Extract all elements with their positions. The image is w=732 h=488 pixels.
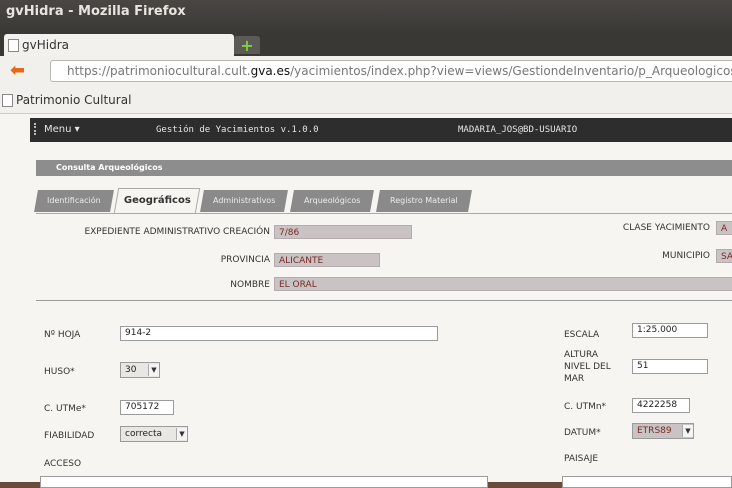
window-title: gvHidra - Mozilla Firefox: [6, 4, 186, 19]
url-path: /yacimientos/index.php?view=views/Gestio…: [290, 64, 732, 78]
back-arrow-icon[interactable]: ⬅: [10, 62, 36, 80]
utme-label: C. UTMe*: [44, 404, 86, 414]
section-separator: [36, 300, 732, 301]
paisaje-textarea[interactable]: [562, 476, 732, 488]
huso-select[interactable]: 30 ▼: [120, 362, 160, 378]
altura-input[interactable]: 51: [632, 359, 708, 374]
acceso-label: ACCESO: [44, 459, 82, 469]
tab-divider: [36, 213, 732, 214]
provincia-label: PROVINCIA: [220, 255, 270, 265]
tab-identificacion[interactable]: Identificación: [34, 190, 114, 212]
provincia-value: ALICANTE: [274, 253, 380, 267]
chevron-down-icon: ▼: [682, 425, 693, 437]
nombre-value: EL ORAL: [274, 277, 732, 291]
chevron-down-icon: ▼: [176, 428, 187, 440]
municipio-value: SA: [716, 249, 732, 263]
url-prefix: https://patrimoniocultural.cult.: [67, 64, 251, 78]
tab-registro-material[interactable]: Registro Material: [376, 190, 472, 212]
new-tab-button[interactable]: +: [234, 35, 260, 55]
huso-value: 30: [125, 365, 137, 375]
escala-label: ESCALA: [564, 330, 600, 340]
panel-title: Consulta Arqueológicos: [36, 160, 732, 176]
chevron-down-icon: ▼: [148, 364, 159, 376]
altura-label-2: NIVEL DEL: [564, 362, 611, 372]
acceso-textarea[interactable]: [40, 476, 488, 488]
escala-input[interactable]: 1:25.000: [632, 323, 708, 338]
clase-yacimiento-value: A: [716, 221, 732, 235]
navigation-bar: ⬅ https://patrimoniocultural.cult. gva.es…: [0, 56, 732, 87]
page-content: Menu ▾ Gestión de Yacimientos v.1.0.0 MA…: [0, 114, 732, 488]
browser-tab-gvhidra[interactable]: gvHidra: [4, 34, 234, 56]
utme-input[interactable]: 705172: [120, 400, 174, 415]
hoja-label: Nº HOJA: [44, 330, 81, 340]
fiabilidad-label: FIABILIDAD: [44, 431, 95, 441]
menu-button[interactable]: Menu ▾: [44, 124, 80, 135]
fiabilidad-value: correcta: [125, 429, 163, 439]
browser-tab-strip: gvHidra +: [0, 34, 732, 56]
altura-label-1: ALTURA: [564, 350, 599, 360]
url-domain: gva.es: [250, 64, 291, 78]
page-icon: [8, 39, 19, 52]
nombre-label: NOMBRE: [230, 280, 270, 290]
datum-select[interactable]: ETRS89 ▼: [632, 423, 694, 439]
utmn-input[interactable]: 4222258: [632, 398, 690, 413]
expediente-label: EXPEDIENTE ADMINISTRATIVO CREACIÓN: [84, 227, 270, 237]
altura-label-3: MAR: [564, 374, 585, 384]
window-titlebar: gvHidra - Mozilla Firefox: [0, 0, 732, 34]
url-bar[interactable]: https://patrimoniocultural.cult. gva.es/y…: [50, 60, 732, 82]
app-version: Gestión de Yacimientos v.1.0.0: [156, 125, 319, 135]
app-logo-icon: [34, 123, 42, 135]
fiabilidad-select[interactable]: correcta ▼: [120, 426, 188, 442]
utmn-label: C. UTMn*: [564, 402, 607, 412]
app-header-bar: Menu ▾ Gestión de Yacimientos v.1.0.0 MA…: [30, 118, 732, 142]
datum-label: DATUM*: [564, 428, 601, 438]
bookmarks-toolbar: Patrimonio Cultural: [0, 86, 732, 114]
bookmark-page-icon: [2, 94, 13, 107]
expediente-value: 7/86: [274, 225, 412, 239]
datum-value: ETRS89: [637, 426, 672, 436]
user-label: MADARIA_JOS@BD-USUARIO: [458, 125, 578, 135]
tab-administrativos[interactable]: Administrativos: [200, 190, 288, 212]
browser-tab-label: gvHidra: [22, 38, 69, 52]
hoja-input[interactable]: 914-2: [120, 326, 438, 341]
plus-icon: +: [240, 35, 254, 55]
tab-geograficos[interactable]: Geográficos: [113, 188, 201, 213]
tab-arqueologicos[interactable]: Arqueológicos: [290, 190, 374, 212]
bookmark-patrimonio-cultural[interactable]: Patrimonio Cultural: [16, 93, 131, 107]
paisaje-label: PAISAJE: [564, 454, 599, 464]
huso-label: HUSO*: [44, 367, 75, 377]
municipio-label: MUNICIPIO: [662, 251, 710, 261]
clase-yacimiento-label: CLASE YACIMIENTO: [622, 223, 710, 233]
